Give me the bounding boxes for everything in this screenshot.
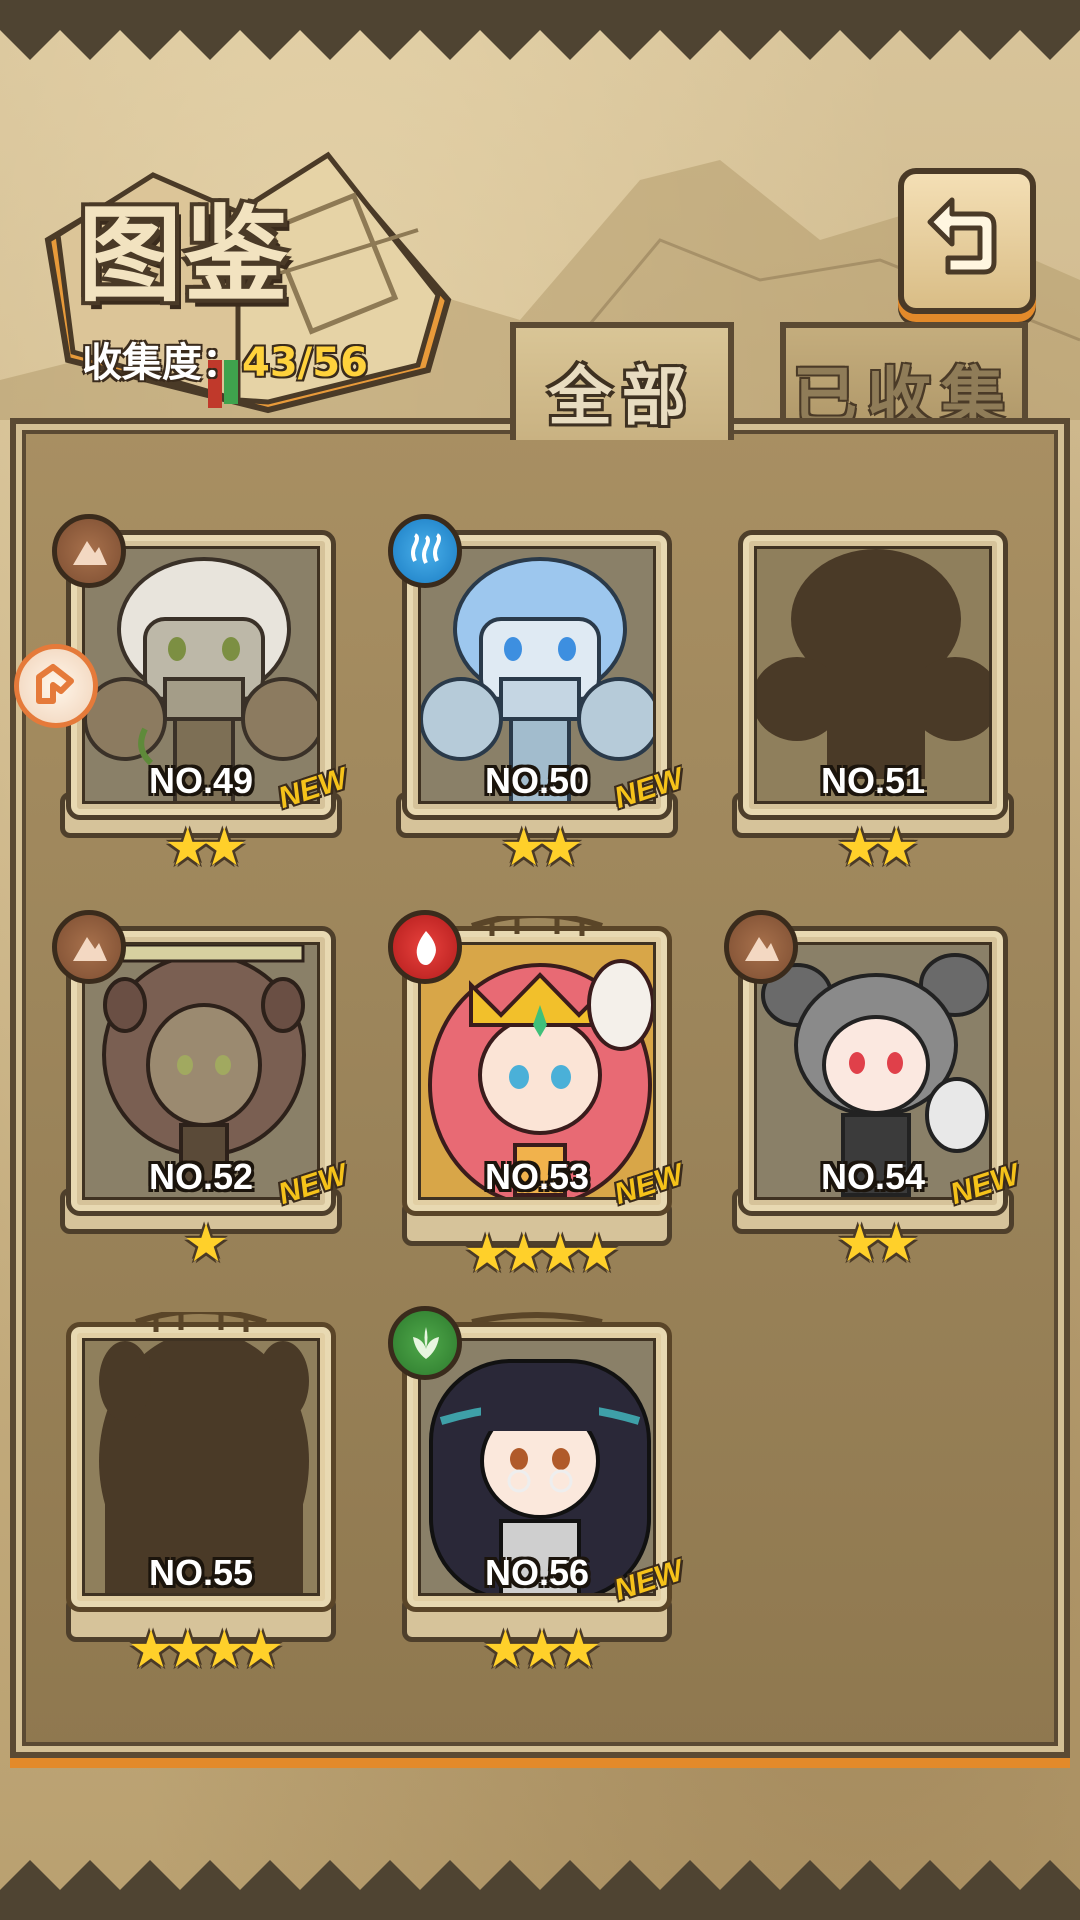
card-no-50[interactable]: NO.50 NEW ★★ [388, 514, 687, 874]
earth-element-icon [52, 514, 126, 588]
card-number: NO.51 [820, 760, 926, 801]
card-no-53[interactable]: NO.53 NEW ★★★★ [388, 910, 687, 1280]
star-rating: ★★★ [482, 1620, 602, 1680]
fire-element-icon [388, 910, 462, 984]
star-rating: ★★ [164, 818, 247, 878]
star-rating: ★★ [836, 1214, 919, 1274]
card-no-56[interactable]: NO.56 NEW ★★★ [388, 1306, 687, 1676]
card-no-55[interactable]: NO.55 ★★★★ [56, 1312, 346, 1676]
back-arrow-icon [927, 197, 997, 275]
top-zigzag-border [0, 0, 1080, 60]
card-no-51[interactable]: NO.51 ★★ [728, 520, 1018, 874]
tab-collected[interactable]: 已收集 [780, 322, 1028, 435]
collection-label: 收集度： [82, 340, 242, 386]
earth-element-icon [724, 910, 798, 984]
back-button[interactable] [898, 168, 1036, 314]
card-no-52[interactable]: NO.52 NEW ★ [52, 910, 351, 1270]
star-rating: ★★★★ [463, 1224, 620, 1284]
earth-element-icon [52, 910, 126, 984]
star-rating: ★ [182, 1214, 230, 1274]
card-number: NO.55 [148, 1552, 254, 1593]
page-title: 图鉴 [78, 193, 291, 316]
collection-value: 43/56 [242, 340, 368, 386]
collection-progress: 收集度：43/56 [82, 330, 368, 388]
wood-element-icon [388, 1306, 462, 1380]
tab-all-label: 全部 [548, 361, 696, 435]
tab-all[interactable]: 全部 [510, 322, 734, 440]
star-rating: ★★★★ [127, 1620, 284, 1680]
card-no-49[interactable]: NO.49 NEW ★★ [14, 514, 351, 874]
water-element-icon [388, 514, 462, 588]
card-no-54[interactable]: NO.54 NEW ★★ [724, 910, 1023, 1270]
star-rating: ★★ [500, 818, 583, 878]
bottom-zigzag-border [0, 1860, 1080, 1920]
attacker-role-icon [14, 644, 98, 728]
star-rating: ★★ [836, 818, 919, 878]
